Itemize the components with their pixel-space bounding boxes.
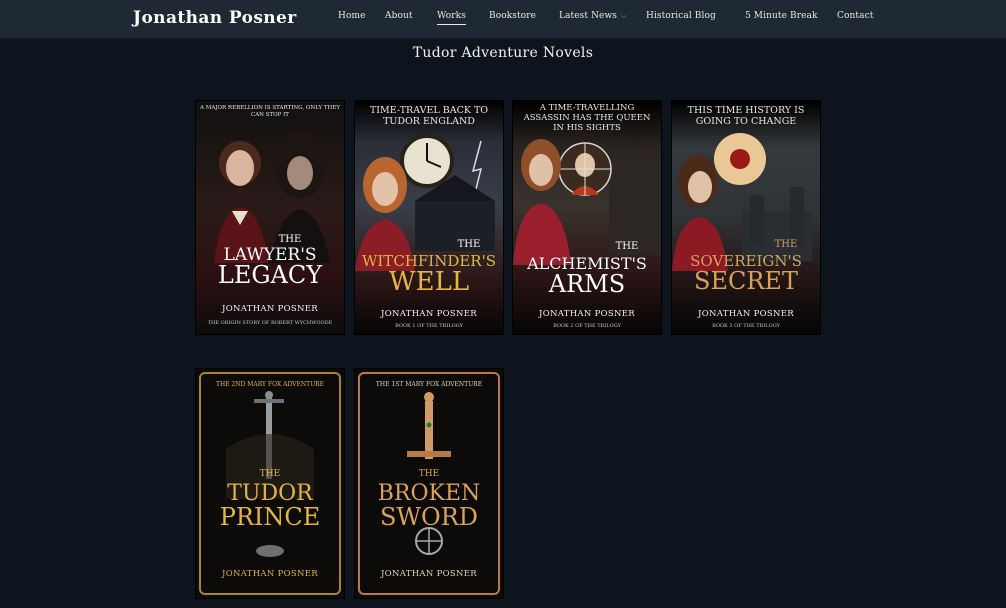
book-title-prefix: The [278,234,302,245]
book-title-prefix: The [418,469,440,479]
book-subline: Book 2 of the trilogy [553,323,621,329]
nav-item-latest-news-label: Latest News [559,11,618,21]
book-tagline: The 2nd Mary Fox Adventure [215,381,325,388]
book-subline: Book 3 of the trilogy [712,323,780,329]
nav-item-home[interactable]: Home [338,11,366,21]
book-author: Jonathan Posner [539,309,635,319]
book-tagline: Time-travel back to Tudor England [369,105,489,127]
book-cover-broken-sword[interactable]: The 1st Mary Fox Adventure The Broken Sw… [355,369,503,598]
book-title-line-2: Arms [548,270,626,298]
book-title-prefix: The [457,239,481,250]
book-author: Jonathan Posner [698,309,794,319]
book-subline: The origin story of Robert Wychwoode [207,320,333,326]
book-author: Jonathan Posner [222,569,318,579]
nav-item-5-minute-break[interactable]: 5 Minute Break [745,11,818,21]
book-cover-tudor-prince[interactable]: The 2nd Mary Fox Adventure The Tudor Pri… [196,369,344,598]
book-title-prefix: The [259,469,281,479]
book-tagline: A time-travelling assassin has the queen… [523,103,651,133]
book-title-line-2: Prince [219,503,321,531]
nav-item-works[interactable]: Works [437,11,466,25]
book-cover-alchemists-arms[interactable]: A time-travelling assassin has the queen… [513,101,661,334]
cover-clock-portrait-image [355,134,495,271]
book-title-prefix: The [615,241,639,252]
page-title: Tudor Adventure Novels [412,45,594,61]
book-author: Jonathan Posner [381,309,477,319]
nav-item-latest-news[interactable]: Latest News ⌵ [559,11,626,21]
book-tagline: This time history is going to change [687,105,805,127]
chevron-down-icon: ⌵ [621,12,627,20]
book-title-line-2: Secret [694,267,798,295]
book-title-line-2: Sword [379,503,479,531]
site-brand-logo[interactable]: Jonathan Posner [133,8,297,28]
book-cover-witchfinders-well[interactable]: Time-travel back to Tudor England The Wi… [355,101,503,334]
book-cover-lawyers-legacy[interactable]: A major rebellion is starting, only they… [196,101,344,334]
nav-item-about[interactable]: About [385,11,413,21]
book-title-line-2: Legacy [217,261,323,289]
book-author: Jonathan Posner [381,569,477,579]
book-cover-sovereigns-secret[interactable]: This time history is going to change The… [672,101,820,334]
book-tagline: The 1st Mary Fox Adventure [375,381,483,388]
book-subline: Book 1 of the trilogy [395,323,463,329]
nav-item-contact[interactable]: Contact [837,11,873,21]
book-title-prefix: The [774,239,798,250]
book-author: Jonathan Posner [222,304,318,314]
top-nav-bar: Jonathan Posner Home About Works Booksto… [0,0,1006,39]
nav-item-bookstore[interactable]: Bookstore [489,11,536,21]
book-title-line-2: Well [388,267,470,297]
cover-seal-tower-image [672,133,812,271]
nav-item-historical-blog[interactable]: Historical Blog [646,11,716,21]
book-tagline: A major rebellion is starting, only they… [200,105,340,118]
